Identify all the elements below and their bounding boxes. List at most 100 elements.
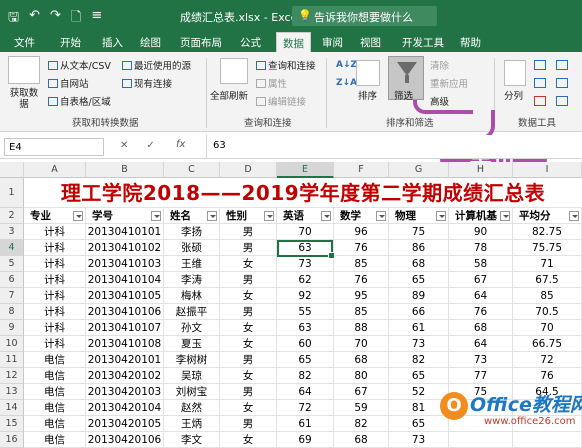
table-cell[interactable]: 85	[513, 288, 582, 304]
formula-input[interactable]: 63	[206, 135, 582, 159]
table-cell[interactable]: 20130420102	[86, 368, 164, 384]
table-cell[interactable]: 72	[513, 352, 582, 368]
data-validation-icon[interactable]	[534, 96, 546, 106]
filter-dropdown-icon[interactable]	[500, 211, 510, 221]
table-cell[interactable]: 赵然	[164, 400, 220, 416]
row-header-13[interactable]: 13	[0, 384, 24, 400]
table-cell[interactable]: 70	[334, 336, 389, 352]
row-header-3[interactable]: 3	[0, 224, 24, 240]
table-cell[interactable]: 20130410101	[86, 224, 164, 240]
table-cell[interactable]: 63	[277, 320, 334, 336]
table-cell[interactable]: 计科	[24, 320, 86, 336]
row-header-11[interactable]: 11	[0, 352, 24, 368]
tab-developer[interactable]: 开发工具	[402, 35, 444, 50]
table-cell[interactable]: 电信	[24, 432, 86, 448]
row-header-7[interactable]: 7	[0, 288, 24, 304]
save-icon[interactable]: 🖫	[8, 8, 19, 30]
tab-home[interactable]: 开始	[60, 35, 81, 50]
table-cell[interactable]: 电信	[24, 384, 86, 400]
tab-review[interactable]: 审阅	[322, 35, 343, 50]
tab-data[interactable]: 数据	[276, 32, 311, 52]
filter-dropdown-icon[interactable]	[264, 211, 274, 221]
row-header-4[interactable]: 4	[0, 240, 24, 256]
table-cell[interactable]: 86	[389, 240, 449, 256]
cancel-icon[interactable]: ✕	[120, 140, 128, 151]
table-cell[interactable]: 64	[449, 336, 513, 352]
table-cell[interactable]: 85	[334, 256, 389, 272]
from-web-button[interactable]: 自网站	[48, 76, 89, 90]
table-cell[interactable]: 55	[277, 304, 334, 320]
table-cell[interactable]: 电信	[24, 352, 86, 368]
row-header-8[interactable]: 8	[0, 304, 24, 320]
filter-dropdown-icon[interactable]	[151, 211, 161, 221]
row-header-5[interactable]: 5	[0, 256, 24, 272]
data-model-icon[interactable]	[556, 96, 568, 106]
table-cell[interactable]: 88	[334, 320, 389, 336]
table-cell[interactable]: 67	[449, 272, 513, 288]
filter-dropdown-icon[interactable]	[569, 211, 579, 221]
table-cell[interactable]: 电信	[24, 368, 86, 384]
table-cell[interactable]: 59	[334, 400, 389, 416]
table-cell[interactable]: 64	[277, 384, 334, 400]
table-cell[interactable]: 82	[389, 352, 449, 368]
table-cell[interactable]: 70	[513, 320, 582, 336]
table-cell[interactable]: 76	[334, 240, 389, 256]
column-header-d[interactable]: D	[220, 162, 277, 178]
table-cell[interactable]: 73	[389, 336, 449, 352]
table-cell[interactable]: 77	[449, 368, 513, 384]
sheet-title[interactable]: 理工学院2018——2019学年度第二学期成绩汇总表	[24, 178, 582, 208]
table-cell[interactable]: 女	[220, 288, 277, 304]
table-cell[interactable]: 75.75	[513, 240, 582, 256]
column-header-h[interactable]: H	[449, 162, 513, 178]
table-cell[interactable]: 20130410107	[86, 320, 164, 336]
table-cell[interactable]: 68	[389, 256, 449, 272]
from-text-button[interactable]: 从文本/CSV	[48, 58, 111, 72]
remove-duplicates-icon[interactable]	[534, 78, 546, 88]
header-cell[interactable]: 性别	[220, 208, 277, 224]
table-cell[interactable]: 64	[449, 288, 513, 304]
filter-dropdown-icon[interactable]	[321, 211, 331, 221]
tab-formulas[interactable]: 公式	[240, 35, 261, 50]
table-cell[interactable]: 67.5	[513, 272, 582, 288]
table-cell[interactable]: 68	[334, 432, 389, 448]
table-cell[interactable]: 20130410102	[86, 240, 164, 256]
column-header-i[interactable]: I	[513, 162, 582, 178]
table-cell[interactable]: 张硕	[164, 240, 220, 256]
table-cell[interactable]: 李涛	[164, 272, 220, 288]
table-cell[interactable]: 王维	[164, 256, 220, 272]
table-cell[interactable]: 20130420104	[86, 400, 164, 416]
table-cell[interactable]: 70	[277, 224, 334, 240]
table-cell[interactable]: 72	[277, 400, 334, 416]
table-cell[interactable]: 68	[449, 320, 513, 336]
table-cell[interactable]: 96	[334, 224, 389, 240]
table-cell[interactable]: 66	[389, 304, 449, 320]
tab-page-layout[interactable]: 页面布局	[180, 35, 222, 50]
column-header-f[interactable]: F	[334, 162, 389, 178]
column-header-g[interactable]: G	[389, 162, 449, 178]
filter-dropdown-icon[interactable]	[207, 211, 217, 221]
redo-icon[interactable]: ↷	[50, 8, 61, 30]
name-box[interactable]: E4	[4, 138, 104, 156]
table-cell[interactable]: 李文	[164, 432, 220, 448]
table-cell[interactable]: 66.75	[513, 336, 582, 352]
tab-help[interactable]: 帮助	[460, 35, 481, 50]
table-cell[interactable]: 男	[220, 224, 277, 240]
table-cell[interactable]: 孙文	[164, 320, 220, 336]
row-header-9[interactable]: 9	[0, 320, 24, 336]
text-to-columns-button[interactable]: 分列	[504, 88, 523, 102]
existing-connections-button[interactable]: 现有连接	[122, 76, 172, 90]
table-cell[interactable]: 计科	[24, 336, 86, 352]
tab-view[interactable]: 视图	[360, 35, 381, 50]
table-cell[interactable]: 61	[389, 320, 449, 336]
table-cell[interactable]: 20130410104	[86, 272, 164, 288]
sort-descending-button[interactable]: Z↓A	[336, 78, 357, 88]
insert-function-icon[interactable]: fx	[176, 139, 185, 150]
flash-fill-icon[interactable]	[534, 60, 546, 70]
table-cell[interactable]: 82	[334, 416, 389, 432]
refresh-all-button[interactable]: 全部刷新	[210, 88, 248, 102]
table-cell[interactable]: 62	[277, 272, 334, 288]
table-cell[interactable]: 69	[277, 432, 334, 448]
table-cell[interactable]: 男	[220, 240, 277, 256]
row-header-1[interactable]: 1	[0, 178, 24, 208]
table-cell[interactable]: 92	[277, 288, 334, 304]
